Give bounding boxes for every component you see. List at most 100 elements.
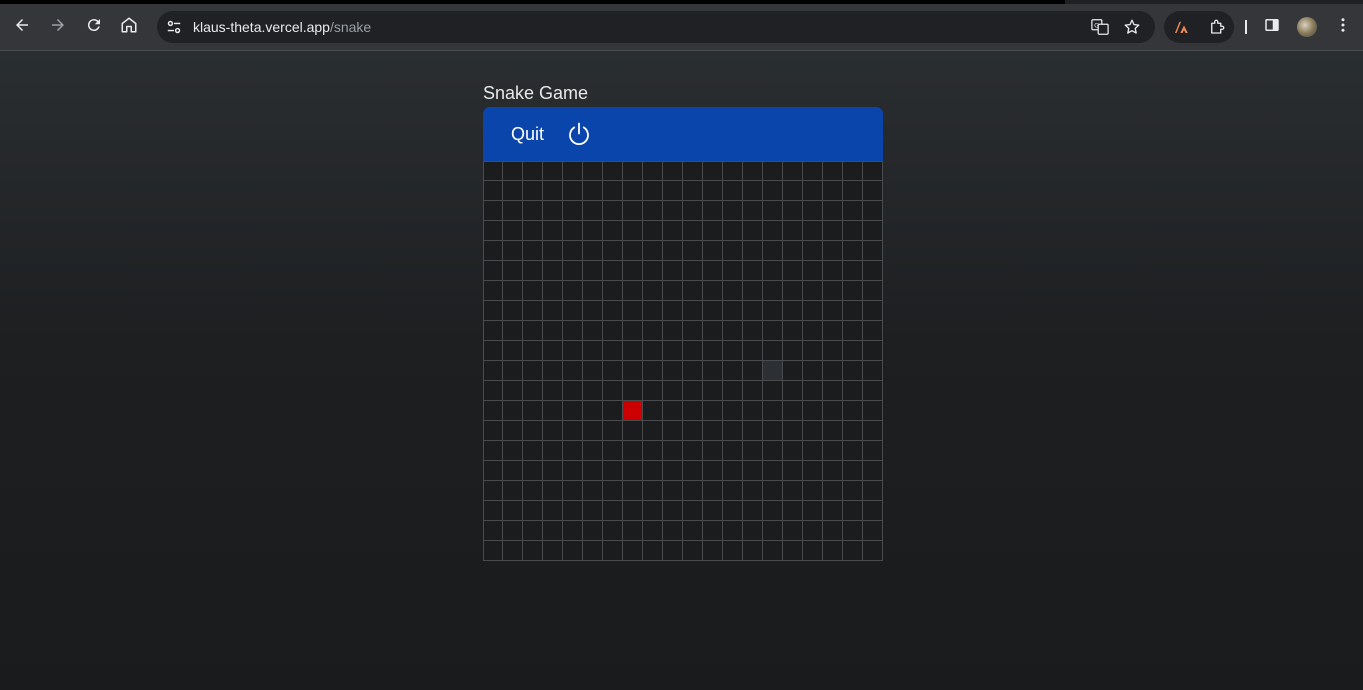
grid-cell [783, 301, 803, 321]
grid-cell [703, 541, 723, 561]
grid-cell [743, 401, 763, 421]
grid-cell [503, 421, 523, 441]
grid-cell [723, 381, 743, 401]
url-path: /snake [329, 19, 372, 35]
extension-app-icon[interactable] [1165, 11, 1197, 43]
grid-cell [763, 201, 783, 221]
grid-cell [603, 341, 623, 361]
grid-cell [583, 341, 603, 361]
grid-cell [643, 501, 663, 521]
grid-cell [603, 261, 623, 281]
grid-cell [743, 441, 763, 461]
grid-cell [783, 441, 803, 461]
grid-cell [503, 201, 523, 221]
grid-cell [703, 441, 723, 461]
grid-cell [703, 461, 723, 481]
grid-cell [523, 501, 543, 521]
grid-cell [843, 521, 863, 541]
grid-cell [723, 441, 743, 461]
grid-cell [743, 201, 763, 221]
side-panel-button[interactable] [1256, 11, 1288, 43]
grid-cell [503, 481, 523, 501]
translate-icon[interactable]: G [1090, 18, 1110, 36]
grid-cell [563, 201, 583, 221]
grid-cell [863, 241, 883, 261]
grid-cell [843, 341, 863, 361]
grid-cell [723, 241, 743, 261]
forward-button[interactable] [42, 11, 74, 43]
grid-cell [623, 461, 643, 481]
grid-cell [763, 261, 783, 281]
home-button[interactable] [113, 11, 145, 43]
grid-cell [503, 221, 523, 241]
puzzle-icon[interactable] [1201, 11, 1233, 43]
grid-cell [683, 201, 703, 221]
grid-cell [623, 161, 643, 181]
grid-cell [563, 261, 583, 281]
grid-cell [623, 361, 643, 381]
grid-cell [643, 461, 663, 481]
star-icon[interactable] [1122, 18, 1142, 36]
grid-cell [823, 361, 843, 381]
grid-cell [483, 221, 503, 241]
grid-cell [763, 521, 783, 541]
grid-cell [483, 381, 503, 401]
grid-cell [843, 241, 863, 261]
grid-cell [483, 281, 503, 301]
grid-cell [583, 461, 603, 481]
grid-cell [803, 521, 823, 541]
site-settings-icon[interactable] [165, 18, 183, 36]
grid-cell [643, 441, 663, 461]
game-board[interactable] [483, 161, 883, 561]
quit-label: Quit [511, 123, 545, 144]
grid-cell [583, 501, 603, 521]
grid-cell [763, 481, 783, 501]
grid-cell [763, 421, 783, 441]
grid-cell [783, 481, 803, 501]
profile-button[interactable] [1291, 11, 1323, 43]
grid-cell [583, 161, 603, 181]
grid-cell [743, 461, 763, 481]
grid-cell [623, 441, 643, 461]
grid-cell [863, 521, 883, 541]
grid-cell [663, 481, 683, 501]
grid-cell [843, 281, 863, 301]
reload-icon [85, 16, 103, 39]
grid-cell [603, 401, 623, 421]
extensions-group [1164, 11, 1234, 43]
address-bar[interactable]: klaus-theta.vercel.app/snake G [157, 11, 1155, 43]
reload-button[interactable] [78, 11, 110, 43]
grid-cell [863, 361, 883, 381]
grid-cell [803, 241, 823, 261]
grid-cell [683, 481, 703, 501]
grid-cell [763, 501, 783, 521]
grid-cell [603, 241, 623, 261]
grid-cell [543, 281, 563, 301]
grid-cell [523, 261, 543, 281]
grid-cell [543, 421, 563, 441]
grid-cell [663, 501, 683, 521]
grid-cell [703, 201, 723, 221]
grid-cell [823, 181, 843, 201]
grid-cell [543, 461, 563, 481]
grid-cell [663, 281, 683, 301]
grid-cell [603, 361, 623, 381]
grid-cell [723, 541, 743, 561]
grid-cell [763, 221, 783, 241]
grid-cell [743, 421, 763, 441]
grid-cell [683, 341, 703, 361]
grid-cell [843, 401, 863, 421]
grid-cell [683, 461, 703, 481]
grid-cell [703, 501, 723, 521]
browser-menu-button[interactable] [1327, 11, 1359, 43]
back-button[interactable] [6, 11, 38, 43]
grid-cell [783, 321, 803, 341]
quit-button[interactable]: Quit [497, 116, 606, 152]
grid-cell [663, 181, 683, 201]
grid-cell [803, 381, 823, 401]
grid-cell [683, 181, 703, 201]
grid-cell [583, 441, 603, 461]
grid-cell [743, 181, 763, 201]
grid-cell [683, 221, 703, 241]
grid-cell [663, 221, 683, 241]
